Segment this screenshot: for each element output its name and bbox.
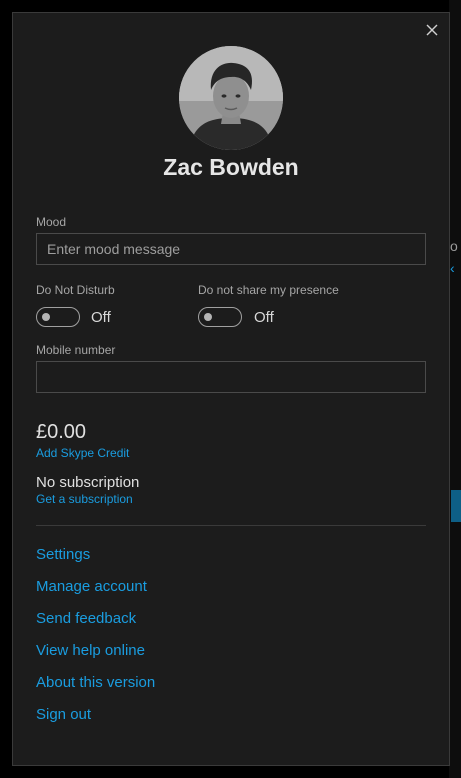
settings-link[interactable]: Settings [36,546,90,563]
avatar[interactable] [179,46,283,150]
divider [36,525,426,526]
close-button[interactable] [423,21,441,39]
mobile-number-label: Mobile number [36,343,116,357]
mood-label: Mood [36,215,67,229]
subscription-status: No subscription [36,474,140,491]
close-icon [426,24,438,36]
sign-out-link[interactable]: Sign out [36,706,91,723]
do-not-disturb-state: Off [91,309,111,326]
mood-input[interactable] [36,233,426,265]
view-help-online-link[interactable]: View help online [36,642,145,659]
do-not-disturb-label: Do Not Disturb [36,283,115,297]
toggle-knob [204,312,212,321]
about-this-version-link[interactable]: About this version [36,674,155,691]
profile-panel: Zac Bowden Mood Do Not Disturb Off Do no… [12,12,450,766]
manage-account-link[interactable]: Manage account [36,578,147,595]
background-app-strip [449,0,461,778]
hide-presence-toggle[interactable] [198,307,242,327]
background-glyph-chevron: ‹ [450,260,455,276]
mobile-number-field[interactable] [36,361,426,393]
user-avatar-image [179,46,283,150]
toggle-knob [42,312,50,321]
hide-presence-label: Do not share my presence [198,283,339,297]
credit-balance: £0.00 [36,421,87,443]
background-accent-bar [451,490,461,522]
add-skype-credit-link[interactable]: Add Skype Credit [36,446,129,460]
background-glyph-o: o [450,238,458,254]
profile-name: Zac Bowden [163,154,299,180]
do-not-disturb-toggle[interactable] [36,307,80,327]
hide-presence-state: Off [254,309,274,326]
get-subscription-link[interactable]: Get a subscription [36,492,133,506]
send-feedback-link[interactable]: Send feedback [36,610,136,627]
